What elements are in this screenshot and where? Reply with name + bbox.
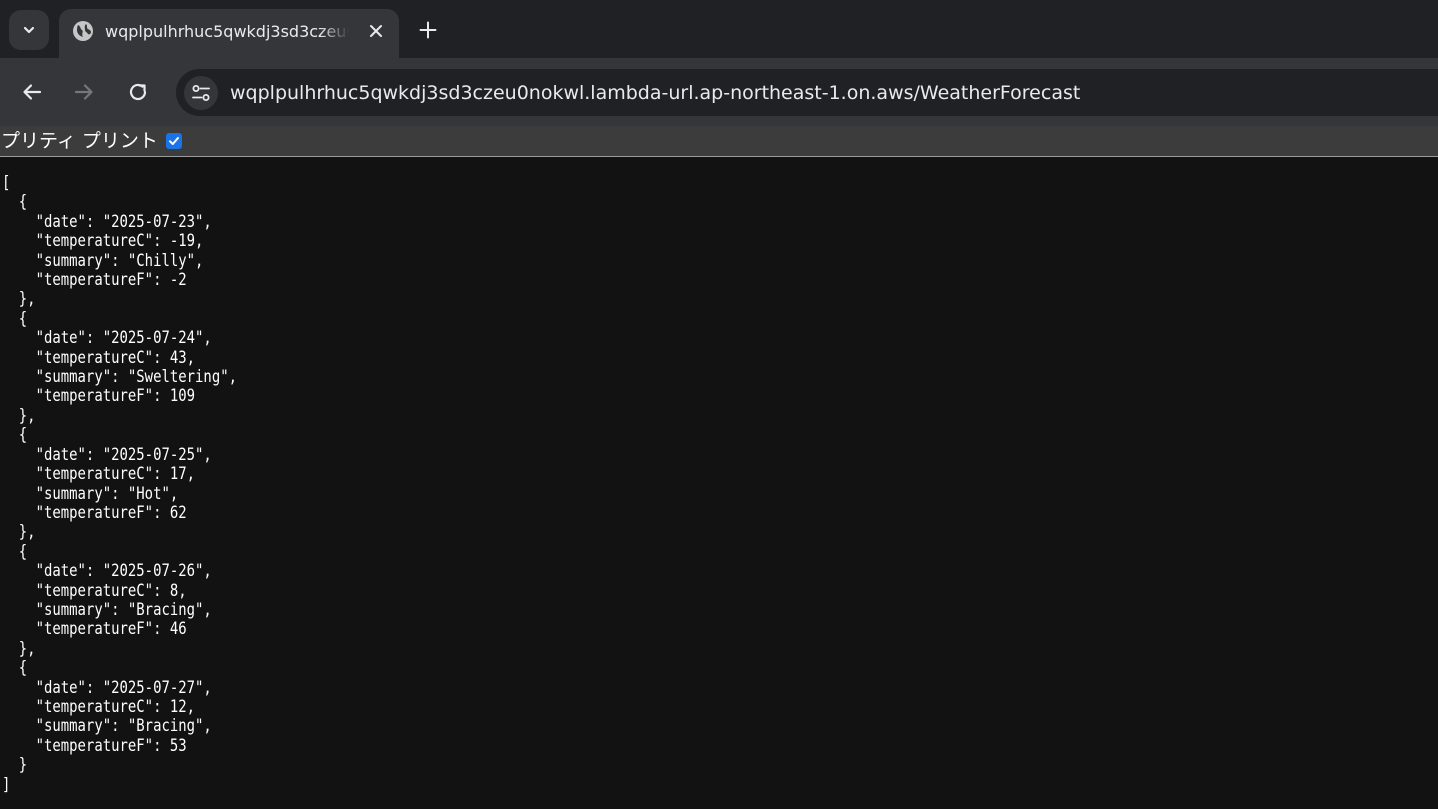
tab-title: wqplpulhrhuc5qwkdj3sd3czeu0nokwl.lambda-… (105, 22, 349, 41)
url-text[interactable]: wqplpulhrhuc5qwkdj3sd3czeu0nokwl.lambda-… (230, 80, 1080, 106)
json-content: [ { "date": "2025-07-23", "temperatureC"… (2, 173, 237, 795)
plus-icon (419, 21, 437, 39)
back-button[interactable] (16, 76, 48, 108)
new-tab-button[interactable] (412, 14, 444, 46)
browser-toolbar: wqplpulhrhuc5qwkdj3sd3czeu0nokwl.lambda-… (0, 58, 1438, 126)
arrow-left-icon (23, 84, 42, 100)
active-tab[interactable]: wqplpulhrhuc5qwkdj3sd3czeu0nokwl.lambda-… (59, 9, 399, 58)
address-bar[interactable]: wqplpulhrhuc5qwkdj3sd3czeu0nokwl.lambda-… (176, 69, 1438, 116)
pretty-print-bar: プリティ プリント (0, 126, 1438, 157)
tune-icon (192, 85, 210, 101)
pretty-print-checkbox[interactable] (165, 133, 182, 149)
reload-icon (129, 83, 147, 101)
arrow-right-icon (74, 84, 93, 100)
pretty-print-label: プリティ プリント (1, 130, 158, 152)
forward-button[interactable] (68, 76, 100, 108)
site-info-button[interactable] (184, 76, 218, 110)
close-icon (370, 25, 382, 37)
tab-list-button[interactable] (9, 10, 49, 50)
chevron-down-icon (23, 26, 35, 34)
reload-button[interactable] (122, 76, 154, 108)
globe-icon (73, 21, 93, 41)
tab-strip: wqplpulhrhuc5qwkdj3sd3czeu0nokwl.lambda-… (0, 0, 1438, 58)
tab-close-button[interactable] (363, 18, 389, 44)
checkmark-icon (168, 137, 179, 145)
